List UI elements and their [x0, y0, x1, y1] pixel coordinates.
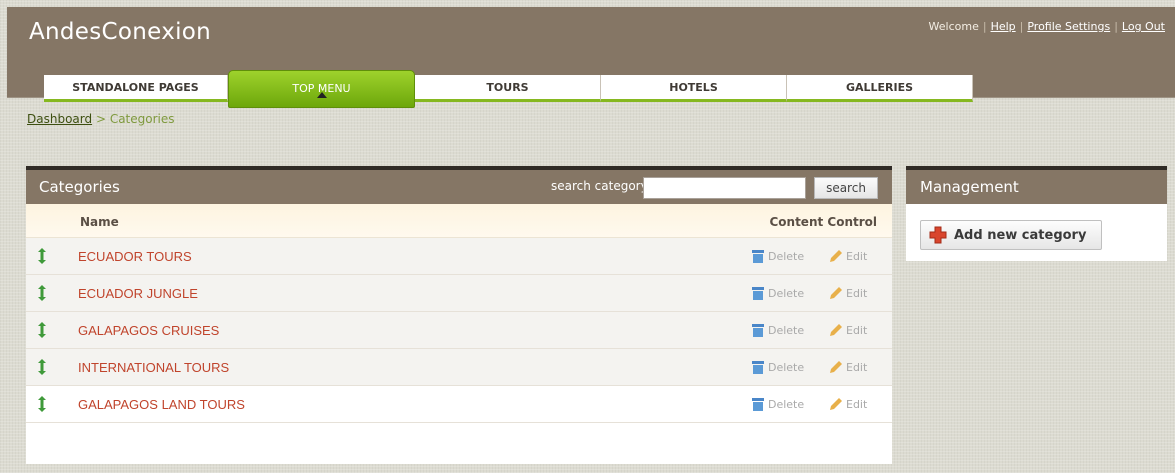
add-new-category-label: Add new category	[954, 227, 1087, 243]
main-tabs: STANDALONE PAGES TOP MENU TOURS HOTELS G…	[44, 70, 973, 108]
edit-label: Edit	[846, 398, 868, 411]
edit-action[interactable]: Edit	[829, 250, 867, 263]
search-category-input[interactable]	[643, 177, 806, 199]
breadcrumb-separator: >	[95, 112, 106, 126]
trash-icon	[752, 287, 764, 300]
delete-action[interactable]: Delete	[751, 361, 804, 374]
column-name-header: Name	[80, 215, 119, 229]
logout-link[interactable]: Log Out	[1122, 20, 1165, 33]
move-updown-icon[interactable]	[36, 248, 48, 264]
table-row: INTERNATIONAL TOURS Delete Edit	[26, 349, 892, 386]
delete-label: Delete	[768, 324, 805, 337]
pencil-icon	[830, 324, 842, 336]
categories-title: Categories	[39, 178, 120, 196]
pencil-icon	[830, 250, 842, 262]
tab-standalone-pages[interactable]: STANDALONE PAGES	[44, 75, 228, 102]
categories-panel-header: Categories search category search	[26, 170, 892, 204]
move-updown-icon[interactable]	[36, 359, 48, 375]
search-category-label: search category	[551, 179, 648, 193]
app-title: AndesConexion	[29, 19, 212, 45]
move-updown-icon[interactable]	[36, 285, 48, 301]
edit-action[interactable]: Edit	[829, 287, 867, 300]
delete-action[interactable]: Delete	[751, 287, 804, 300]
trash-icon	[752, 361, 764, 374]
trash-icon	[752, 250, 764, 263]
add-new-category-button[interactable]: Add new category	[920, 220, 1102, 250]
category-link[interactable]: GALAPAGOS CRUISES	[78, 323, 219, 338]
tab-top-menu[interactable]: TOP MENU	[228, 70, 415, 108]
delete-label: Delete	[768, 398, 805, 411]
delete-action[interactable]: Delete	[751, 250, 804, 263]
trash-icon	[752, 398, 764, 411]
category-link[interactable]: GALAPAGOS LAND TOURS	[78, 397, 245, 412]
category-link[interactable]: INTERNATIONAL TOURS	[78, 360, 229, 375]
search-button[interactable]: search	[814, 177, 878, 199]
management-panel: Management Add new category	[906, 166, 1167, 261]
pencil-icon	[830, 287, 842, 299]
edit-label: Edit	[846, 250, 868, 263]
breadcrumb-dashboard-link[interactable]: Dashboard	[27, 112, 92, 126]
management-title: Management	[920, 178, 1019, 196]
delete-label: Delete	[768, 361, 805, 374]
table-row: GALAPAGOS LAND TOURS Delete Edit	[26, 386, 892, 423]
trash-icon	[752, 324, 764, 337]
table-row: GALAPAGOS CRUISES Delete Edit	[26, 312, 892, 349]
edit-action[interactable]: Edit	[829, 361, 867, 374]
separator: |	[982, 20, 987, 33]
welcome-text: Welcome	[928, 20, 979, 33]
tab-tours[interactable]: TOURS	[415, 75, 601, 102]
edit-action[interactable]: Edit	[829, 324, 867, 337]
profile-settings-link[interactable]: Profile Settings	[1027, 20, 1110, 33]
separator: |	[1114, 20, 1118, 33]
table-row: ECUADOR JUNGLE Delete Edit	[26, 275, 892, 312]
edit-label: Edit	[846, 324, 868, 337]
delete-action[interactable]: Delete	[751, 398, 804, 411]
move-updown-icon[interactable]	[36, 396, 48, 412]
delete-label: Delete	[768, 287, 805, 300]
column-content-control-header: Content Control	[769, 215, 877, 229]
table-header: Name Content Control	[26, 204, 892, 238]
delete-label: Delete	[768, 250, 805, 263]
category-link[interactable]: ECUADOR TOURS	[78, 249, 192, 264]
edit-label: Edit	[846, 361, 868, 374]
header: AndesConexion Welcome | Help | Profile Setti…	[7, 7, 1175, 108]
pencil-icon	[830, 398, 842, 410]
management-panel-header: Management	[906, 170, 1167, 204]
edit-action[interactable]: Edit	[829, 398, 867, 411]
move-updown-icon[interactable]	[36, 322, 48, 338]
delete-action[interactable]: Delete	[751, 324, 804, 337]
edit-label: Edit	[846, 287, 868, 300]
tab-hotels[interactable]: HOTELS	[601, 75, 787, 102]
add-cross-icon	[929, 226, 947, 244]
pencil-icon	[830, 361, 842, 373]
breadcrumb: Dashboard > Categories	[27, 112, 175, 126]
category-link[interactable]: ECUADOR JUNGLE	[78, 286, 198, 301]
help-link[interactable]: Help	[991, 20, 1016, 33]
tab-galleries[interactable]: GALLERIES	[787, 75, 973, 102]
breadcrumb-current: Categories	[109, 112, 175, 126]
table-row: ECUADOR TOURS Delete Edit	[26, 238, 892, 275]
active-arrow-icon	[316, 92, 327, 98]
separator: |	[1019, 20, 1024, 33]
categories-panel: Categories search category search Name C…	[26, 166, 892, 464]
top-links: Welcome | Help | Profile Settings | Log Out	[929, 20, 1165, 33]
